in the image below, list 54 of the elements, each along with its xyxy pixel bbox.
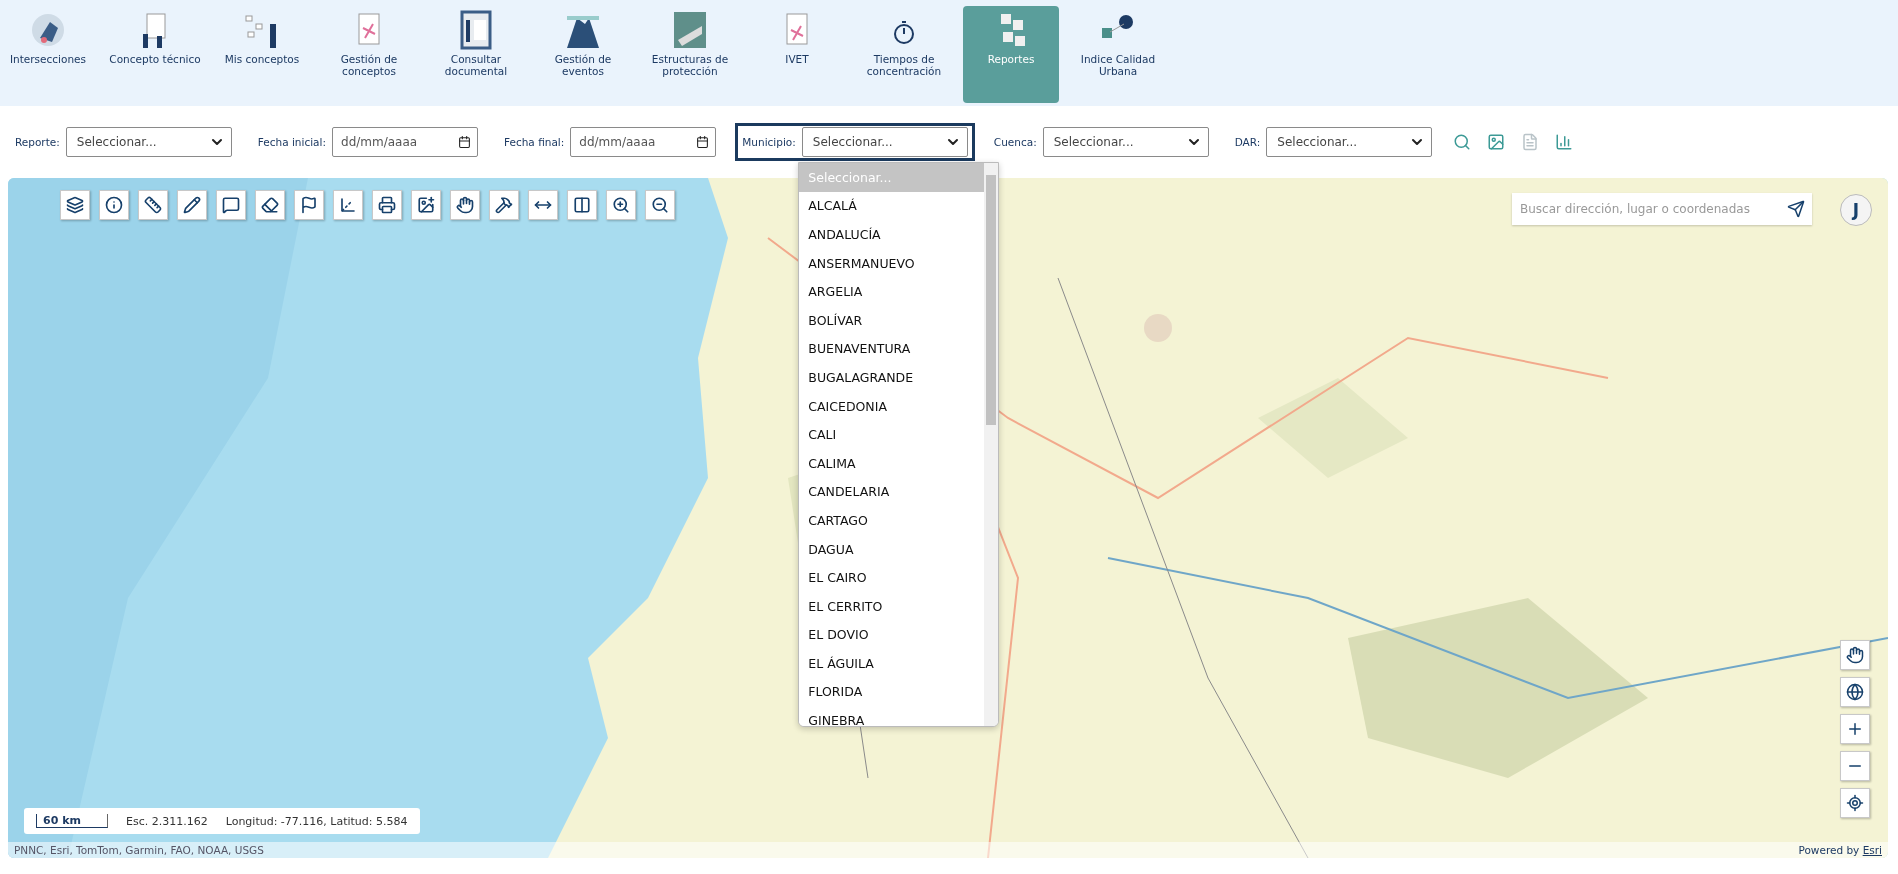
select-field[interactable]: Seleccionar...: [1042, 127, 1209, 157]
nav-item[interactable]: Tiempos de concentración: [856, 6, 952, 103]
nav-item[interactable]: Indice Calidad Urbana: [1070, 6, 1166, 103]
split-arrows-icon[interactable]: [528, 190, 558, 220]
locate-icon[interactable]: [1840, 788, 1870, 818]
nav-item[interactable]: Estructuras de protección: [642, 6, 738, 103]
hammer-icon[interactable]: [489, 190, 519, 220]
attribution-text: PNNC, Esri, TomTom, Garmin, FAO, NOAA, USGS: [14, 844, 264, 856]
powered-by-text: Powered by: [1798, 844, 1861, 856]
calendar-icon: [458, 135, 471, 149]
nav-item[interactable]: Gestión de eventos: [535, 6, 631, 103]
nav-item[interactable]: Concepto técnico: [107, 6, 203, 103]
coordinates-text: Longitud: -77.116, Latitud: 5.584: [225, 814, 408, 828]
select-field[interactable]: Seleccionar...: [65, 127, 232, 157]
axes-icon[interactable]: [333, 190, 363, 220]
columns-icon[interactable]: [567, 190, 597, 220]
select-field[interactable]: Seleccionar...: [801, 127, 968, 157]
filter-label: Municipio:: [742, 136, 796, 148]
dropdown-option[interactable]: GINEBRA: [799, 706, 985, 726]
flag-icon[interactable]: [294, 190, 324, 220]
eraser-icon[interactable]: [255, 190, 285, 220]
speech-bubble-icon[interactable]: [216, 190, 246, 220]
zoom-in-icon[interactable]: [1840, 714, 1870, 744]
zoom-out-icon[interactable]: [1840, 751, 1870, 781]
info-icon[interactable]: [99, 190, 129, 220]
filter-label: Cuenca:: [993, 136, 1037, 148]
layers-icon[interactable]: [60, 190, 90, 220]
zoom-out-icon[interactable]: [645, 190, 675, 220]
globe-icon[interactable]: [1840, 677, 1870, 707]
zoom-in-icon[interactable]: [606, 190, 636, 220]
date-field[interactable]: dd/mm/aaaa: [570, 127, 717, 157]
search-field[interactable]: Buscar dirección, lugar o coordenadas: [1512, 193, 1812, 225]
select-field[interactable]: Seleccionar...: [1266, 127, 1433, 157]
nav-item[interactable]: Consultar documental: [428, 6, 524, 103]
send-icon[interactable]: [1787, 200, 1805, 218]
scale-bar: 60 km: [36, 814, 108, 828]
scrollbar[interactable]: [984, 163, 999, 726]
hand-icon[interactable]: [1840, 640, 1870, 670]
filter-label: Fecha final:: [504, 136, 565, 148]
filter-label: DAR:: [1234, 136, 1261, 148]
hand-icon[interactable]: [450, 190, 480, 220]
nav-item[interactable]: Intersecciones: [0, 6, 96, 103]
esri-link[interactable]: Esri: [1862, 844, 1882, 856]
nav-item[interactable]: Mis conceptos: [214, 6, 310, 103]
ruler-icon[interactable]: [138, 190, 168, 220]
filter-label: Fecha inicial:: [257, 136, 326, 148]
printer-icon[interactable]: [372, 190, 402, 220]
scale-ratio: Esc. 2.311.162: [126, 814, 208, 828]
date-field[interactable]: dd/mm/aaaa: [332, 127, 478, 157]
nav-item[interactable]: Gestión de conceptos: [321, 6, 417, 103]
nav-item[interactable]: IVET: [749, 6, 845, 103]
filter-label: Reporte:: [15, 136, 60, 148]
calendar-icon: [696, 135, 710, 149]
pencil-icon[interactable]: [177, 190, 207, 220]
